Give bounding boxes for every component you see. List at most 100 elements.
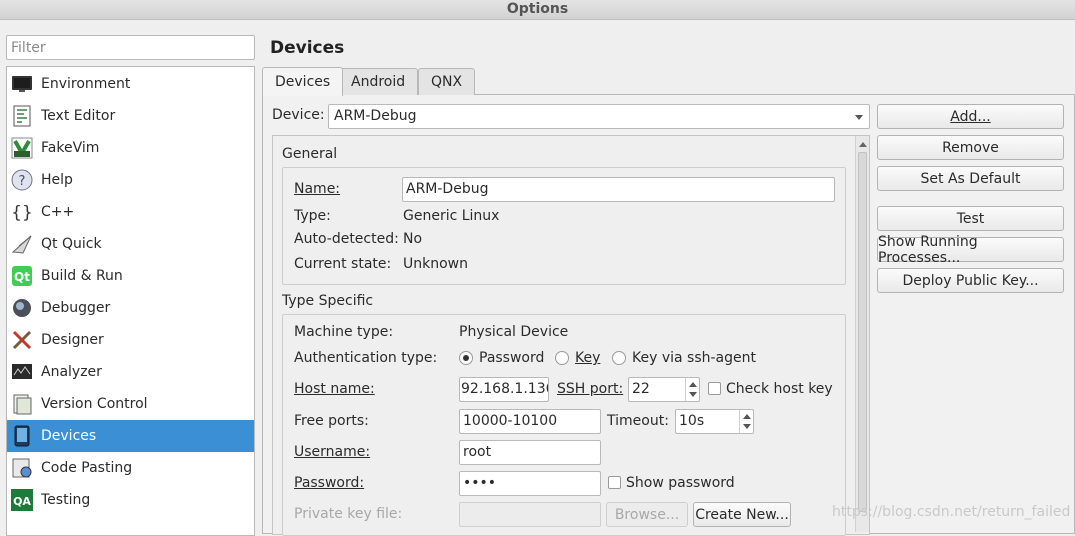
category-text-editor[interactable]: Text Editor [7,100,254,132]
timeout-value: 10s [679,413,705,429]
type-label: Type: [294,208,331,224]
show-running-processes-label: Show Running Processes... [878,233,978,266]
set-default-button[interactable]: Set As Default [877,166,1064,191]
auth-key-radio[interactable] [555,351,569,365]
show-password-label[interactable]: Show password [626,475,735,491]
show-running-processes-button[interactable]: Show Running Processes... [877,234,1064,266]
category-label: Text Editor [41,108,116,124]
username-field[interactable]: root [459,440,601,465]
tab-qnx[interactable]: QNX [418,68,476,95]
timeout-stepper[interactable] [739,410,753,433]
filter-input[interactable] [6,35,255,60]
build-run-icon: Qt [11,265,33,287]
remove-button[interactable]: Remove [877,135,1064,160]
ssh-port-stepper[interactable] [685,378,699,401]
ssh-port-value: 22 [632,381,650,397]
category-label: C++ [41,204,75,220]
ssh-port-label: SSH port: [557,381,623,397]
vertical-scrollbar[interactable] [855,136,869,532]
category-label: Help [41,172,73,188]
scroll-up-icon [859,142,867,147]
free-ports-label: Free ports: [294,413,369,429]
category-debugger[interactable]: Debugger [7,292,254,324]
host-name-field[interactable]: 92.168.1.136 [459,377,549,402]
current-state-label: Current state: [294,256,392,272]
auth-ssh-agent-radio[interactable] [612,351,626,365]
svg-text:QA: QA [13,495,31,508]
category-build-run[interactable]: Qt Build & Run [7,260,254,292]
stepper-up-icon[interactable] [743,414,751,419]
username-label-text: Username: [294,444,371,460]
remove-button-label: Remove [942,139,999,156]
auth-password-label[interactable]: Password [479,350,544,366]
add-button-label: Add... [950,108,991,125]
name-label: Name: [294,181,340,197]
create-new-button[interactable]: Create New... [693,502,791,527]
stepper-up-icon[interactable] [689,382,697,387]
auth-key-label-text: Key [575,350,601,366]
free-ports-field[interactable]: 10000-10100 [459,409,601,434]
auth-key-label[interactable]: Key [575,350,600,366]
password-label: Password: [294,475,364,491]
ssh-port-spinbox[interactable]: 22 [628,377,700,402]
test-button[interactable]: Test [877,206,1064,231]
password-label-text: Password: [294,475,365,491]
add-button[interactable]: Add... [877,104,1064,129]
tab-devices[interactable]: Devices [262,67,344,96]
svg-text:?: ? [19,174,26,189]
category-testing[interactable]: QA Testing [7,484,254,516]
category-label: Environment [41,76,131,92]
auto-detected-label: Auto-detected: [294,231,399,247]
page-title: Devices [270,38,345,58]
category-label: Build & Run [41,268,123,284]
stepper-down-icon[interactable] [743,424,751,429]
svg-text:{}: {} [11,203,33,223]
tab-android[interactable]: Android [338,68,419,95]
analyzer-icon [11,361,33,383]
set-default-button-label: Set As Default [920,170,1021,187]
auth-password-radio[interactable] [459,351,473,365]
category-help[interactable]: ? Help [7,164,254,196]
password-field[interactable]: •••• [459,471,601,496]
category-label: Qt Quick [41,236,102,252]
category-cpp[interactable]: {} C++ [7,196,254,228]
category-label: Designer [41,332,104,348]
category-analyzer[interactable]: Analyzer [7,356,254,388]
private-key-field[interactable] [459,502,601,527]
qt-quick-icon [11,233,33,255]
check-host-key-checkbox[interactable] [708,382,721,395]
device-combobox[interactable]: ARM-Debug [328,104,870,129]
auth-type-label: Authentication type: [294,350,438,366]
text-editor-icon [11,105,33,127]
name-label-text: Name: [294,181,341,197]
browse-button[interactable]: Browse... [606,502,688,527]
category-label: Analyzer [41,364,102,380]
category-devices[interactable]: Devices [7,420,254,452]
category-label: Code Pasting [41,460,133,476]
category-fakevim[interactable]: FakeVim [7,132,254,164]
device-combobox-value: ARM-Debug [334,108,417,124]
timeout-spinbox[interactable]: 10s [675,409,754,434]
name-field[interactable]: ARM-Debug [402,177,835,202]
host-name-label: Host name: [294,381,375,397]
category-designer[interactable]: Designer [7,324,254,356]
check-host-key-label[interactable]: Check host key [726,381,833,397]
category-environment[interactable]: Environment [7,68,254,100]
category-version-control[interactable]: Version Control [7,388,254,420]
chevron-down-icon [855,115,863,120]
deploy-public-key-label: Deploy Public Key... [902,272,1039,289]
category-code-pasting[interactable]: Code Pasting [7,452,254,484]
deploy-public-key-button[interactable]: Deploy Public Key... [877,268,1064,293]
scrollbar-thumb[interactable] [858,152,867,512]
category-list: Environment Text Editor FakeVim ? Help {… [6,66,255,536]
host-name-label-text: Host name: [294,381,375,397]
debugger-icon [11,297,33,319]
auth-ssh-agent-label[interactable]: Key via ssh-agent [632,350,756,366]
help-icon: ? [11,169,33,191]
category-label: Devices [41,428,97,444]
category-label: Testing [41,492,91,508]
category-qt-quick[interactable]: Qt Quick [7,228,254,260]
general-group-title: General [282,146,338,162]
stepper-down-icon[interactable] [689,392,697,397]
show-password-checkbox[interactable] [608,476,621,489]
